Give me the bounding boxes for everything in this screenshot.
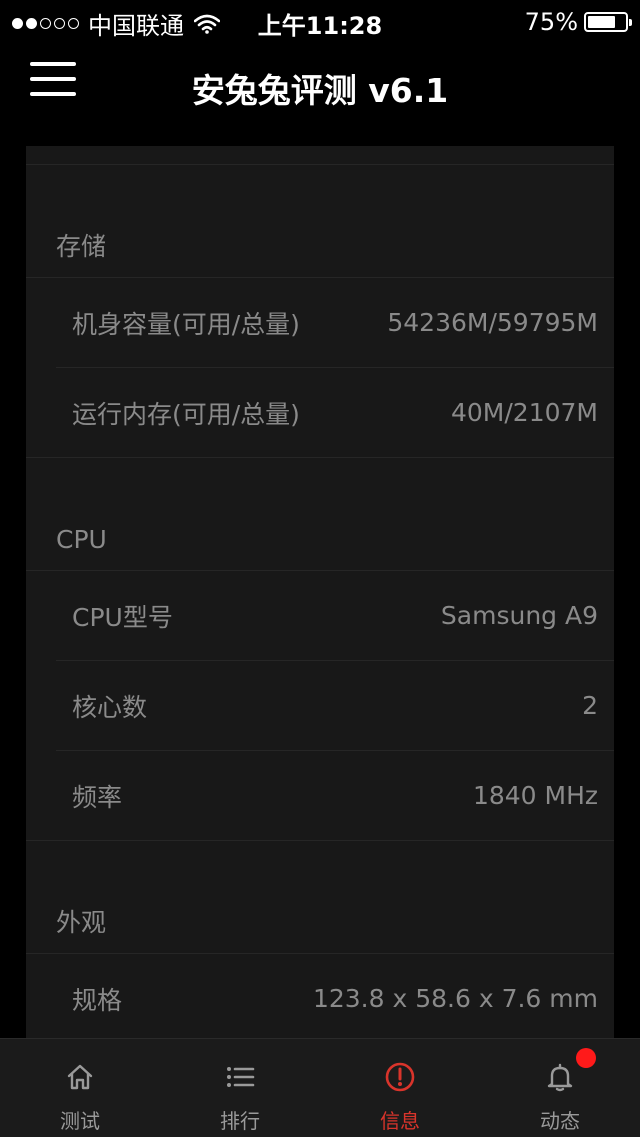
info-row: CPU型号 Samsung A9	[56, 571, 614, 661]
tab-label: 排行	[220, 1109, 260, 1133]
info-row: 频率 1840 MHz	[26, 751, 614, 841]
battery-percent: 75%	[524, 8, 578, 36]
tab-label: 信息	[380, 1109, 420, 1133]
info-alert-icon	[385, 1062, 415, 1092]
page-title: 安兔兔评测 v6.1	[191, 71, 449, 110]
row-value: 1840 MHz	[472, 781, 598, 810]
row-label: CPU型号	[72, 602, 173, 632]
row-value: Samsung A9	[440, 601, 598, 630]
list-icon	[227, 1067, 255, 1087]
info-row: 机身容量(可用/总量) 54236M/59795M	[56, 278, 614, 368]
info-row: 核心数 2	[56, 661, 614, 751]
battery-group: 75%	[524, 8, 632, 36]
row-label: 频率	[72, 782, 123, 812]
row-label: 机身容量(可用/总量)	[72, 309, 300, 339]
row-value: 54236M/59795M	[387, 308, 598, 337]
notification-badge	[576, 1048, 596, 1068]
tab-ranking[interactable]: 排行	[160, 1039, 320, 1137]
info-row: 运行内存(可用/总量) 40M/2107M	[26, 368, 614, 458]
tab-test[interactable]: 测试	[0, 1039, 160, 1137]
section-title-appearance: 外观	[26, 893, 614, 954]
row-label: 规格	[72, 985, 123, 1015]
section-title-storage: 存储	[26, 217, 614, 278]
row-label: 核心数	[72, 692, 148, 722]
tab-bar: 测试 排行 信息 动态	[0, 1038, 640, 1137]
tab-updates[interactable]: 动态	[480, 1039, 640, 1137]
bell-icon	[547, 1063, 573, 1092]
row-value: 2	[582, 691, 598, 720]
tab-info[interactable]: 信息	[320, 1039, 480, 1137]
nav-bar: 安兔兔评测 v6.1	[0, 40, 640, 128]
tab-label: 测试	[60, 1109, 100, 1133]
status-bar: 中国联通 上午11:28 75%	[0, 0, 640, 40]
tab-label: 动态	[540, 1109, 580, 1133]
divider	[26, 146, 614, 165]
row-value: 40M/2107M	[451, 398, 598, 427]
battery-icon	[584, 12, 632, 32]
battery-fill	[588, 16, 615, 28]
row-value: 123.8 x 58.6 x 7.6 mm	[312, 984, 598, 1013]
home-icon	[67, 1064, 93, 1090]
row-label: 运行内存(可用/总量)	[72, 399, 300, 429]
section-title-cpu: CPU	[26, 510, 614, 571]
info-panel[interactable]: 存储 机身容量(可用/总量) 54236M/59795M 运行内存(可用/总量)…	[26, 146, 614, 1038]
info-row: 规格 123.8 x 58.6 x 7.6 mm	[56, 954, 614, 1038]
